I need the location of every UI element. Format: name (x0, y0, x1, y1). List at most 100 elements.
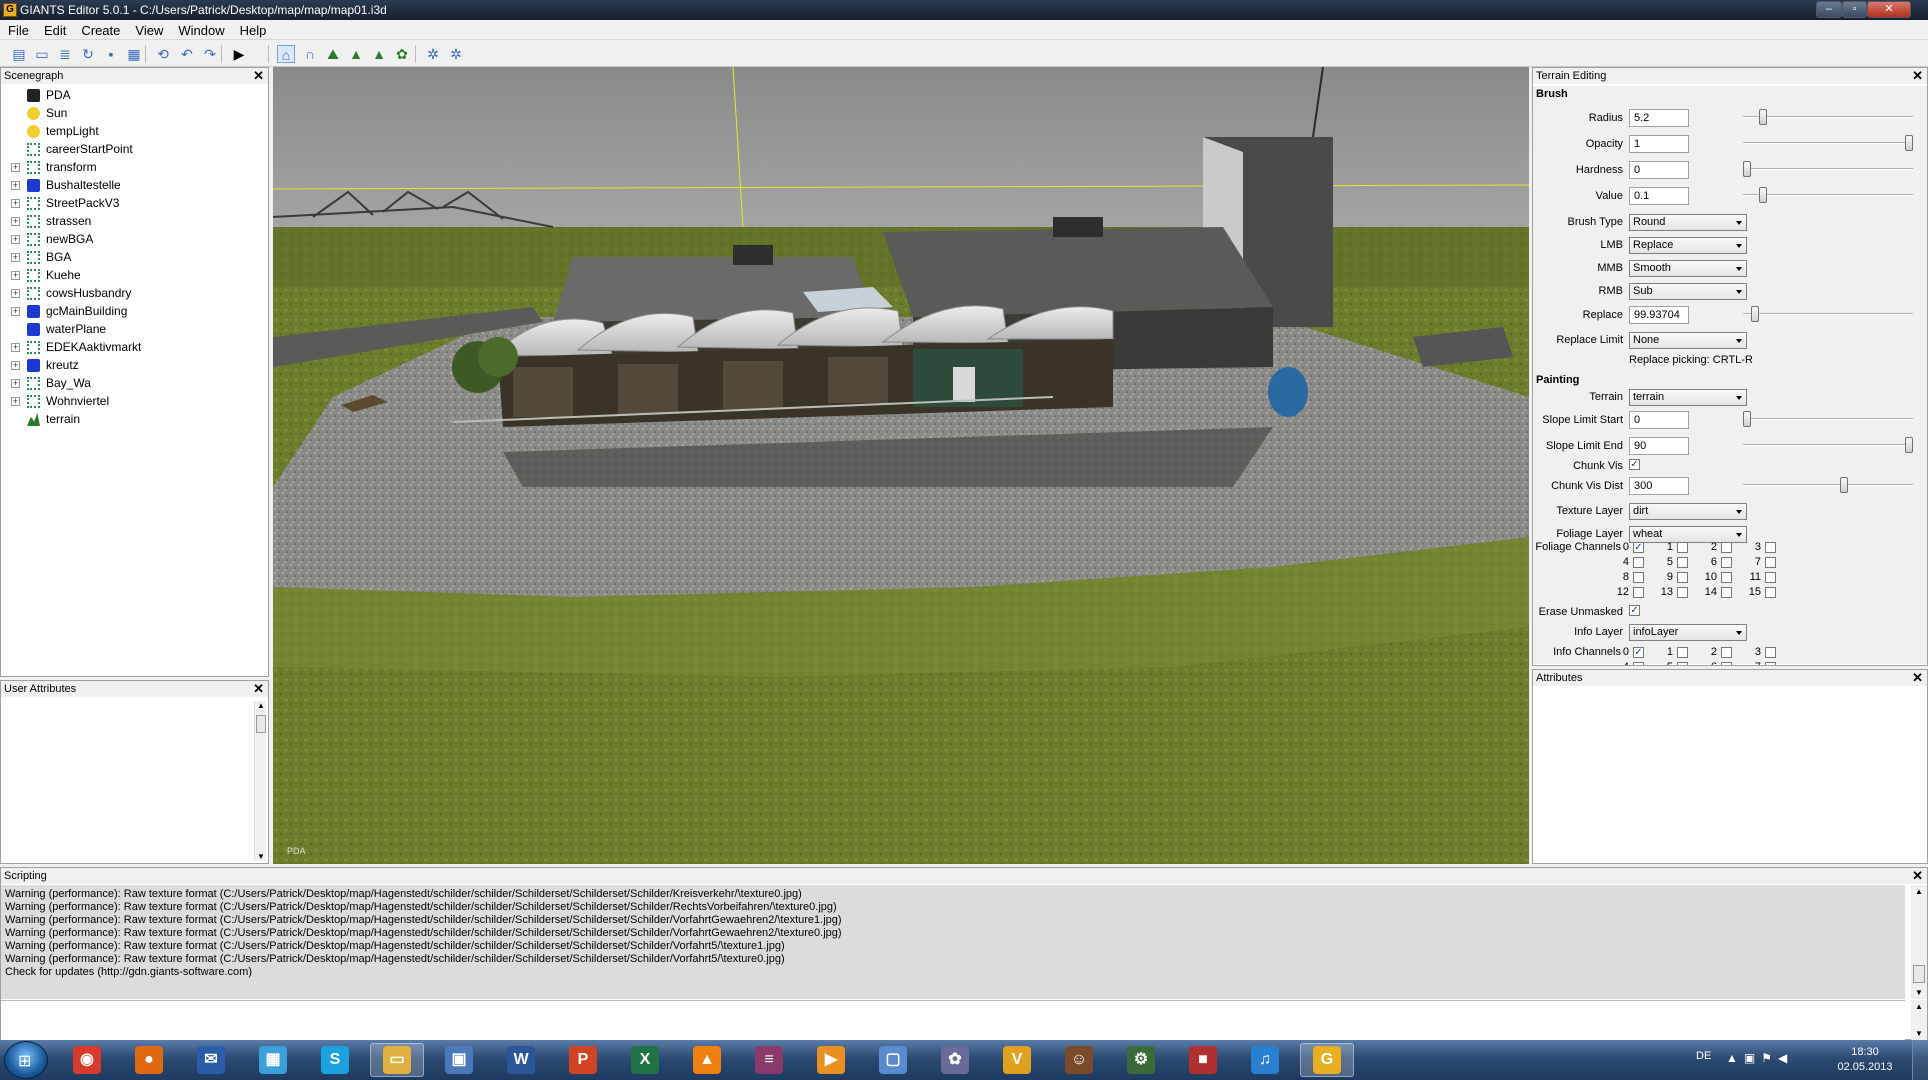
show-hidden-icon[interactable]: ▲ (1726, 1051, 1744, 1065)
tree-item[interactable]: terrain (1, 410, 266, 428)
taskbar-network-button[interactable]: ▣ (432, 1043, 486, 1077)
expand-icon[interactable]: + (11, 379, 20, 388)
expand-icon[interactable]: + (11, 199, 20, 208)
close-button[interactable]: ✕ (1867, 1, 1911, 18)
terrain-foliage-icon[interactable]: ▲ (370, 45, 388, 63)
foliage-channel-checkbox[interactable] (1677, 587, 1688, 598)
select-tool-icon[interactable]: ⌂ (277, 45, 295, 63)
slope-start-slider-track[interactable] (1743, 418, 1913, 420)
taskbar-player-button[interactable]: ▶ (804, 1043, 858, 1077)
play-icon[interactable]: ▶ (230, 45, 248, 63)
expand-icon[interactable]: + (11, 235, 20, 244)
tree-item[interactable]: waterPlane (1, 320, 266, 338)
slope-end-slider[interactable] (1905, 437, 1913, 453)
tree-item[interactable]: PDA (1, 86, 266, 104)
foliage-channel-checkbox[interactable] (1633, 587, 1644, 598)
scrollbar[interactable]: ▲ ▼ (254, 701, 266, 861)
script-input[interactable] (1, 1000, 1905, 1040)
taskbar-app-button[interactable]: ✿ (928, 1043, 982, 1077)
info-channel-checkbox[interactable] (1677, 662, 1688, 665)
brush-type-select[interactable]: Round (1629, 214, 1747, 231)
foliage-channel-checkbox[interactable] (1721, 557, 1732, 568)
chunk-vis-dist-input[interactable]: 300 (1629, 477, 1689, 495)
scroll-thumb[interactable] (1913, 965, 1925, 983)
radius-slider[interactable] (1759, 109, 1768, 125)
scroll-down-icon[interactable]: ▼ (1915, 988, 1923, 997)
tree-item[interactable]: + Kuehe (1, 266, 266, 284)
scroll-up-icon[interactable]: ▲ (257, 701, 265, 710)
volume-icon[interactable]: ◀ (1778, 1051, 1793, 1065)
chunk-vis-dist-slider[interactable] (1840, 477, 1849, 493)
tree-item[interactable]: + Bushaltestelle (1, 176, 266, 194)
slope-start-slider[interactable] (1743, 411, 1751, 427)
opacity-slider-track[interactable] (1743, 142, 1913, 144)
menu-help[interactable]: Help (232, 20, 274, 38)
expand-icon[interactable]: + (11, 307, 20, 316)
foliage-channel-checkbox[interactable] (1633, 572, 1644, 583)
taskbar-v-button[interactable]: V (990, 1043, 1044, 1077)
hardness-slider[interactable] (1743, 161, 1751, 177)
nav-icon[interactable]: ✲ (424, 45, 442, 63)
network-tray-icon[interactable]: ▣ (1744, 1051, 1761, 1065)
scroll-down-icon[interactable]: ▼ (1915, 1029, 1923, 1038)
scroll-thumb[interactable] (256, 715, 266, 733)
value-input[interactable]: 0.1 (1629, 187, 1689, 205)
taskbar-game-button[interactable]: ☺ (1052, 1043, 1106, 1077)
chunk-vis-dist-slider-track[interactable] (1743, 484, 1913, 486)
foliage-channel-checkbox[interactable] (1765, 557, 1776, 568)
taskbar-farming-button[interactable]: ■ (1176, 1043, 1230, 1077)
slope-start-input[interactable]: 0 (1629, 411, 1689, 429)
scroll-up-icon[interactable]: ▲ (1915, 887, 1923, 896)
expand-icon[interactable]: + (11, 397, 20, 406)
opacity-input[interactable]: 1 (1629, 135, 1689, 153)
value-slider[interactable] (1759, 187, 1768, 203)
foliage-channel-checkbox[interactable] (1765, 572, 1776, 583)
lmb-select[interactable]: Replace (1629, 237, 1747, 254)
tree-item[interactable]: + cowsHusbandry (1, 284, 266, 302)
expand-icon[interactable]: + (11, 289, 20, 298)
taskbar-vlc-button[interactable]: ▲ (680, 1043, 734, 1077)
taskbar-remote-button[interactable]: ▢ (866, 1043, 920, 1077)
close-icon[interactable]: ✕ (253, 68, 264, 84)
foliage-icon[interactable]: ✿ (393, 45, 411, 63)
tree-item[interactable]: + newBGA (1, 230, 266, 248)
reload-icon[interactable]: ↻ (79, 45, 97, 63)
close-icon[interactable]: ✕ (253, 681, 264, 697)
info-channel-checkbox[interactable] (1721, 647, 1732, 658)
tree-item[interactable]: + strassen (1, 212, 266, 230)
foliage-channel-checkbox[interactable] (1633, 557, 1644, 568)
info-channel-checkbox[interactable] (1765, 662, 1776, 665)
save-icon[interactable]: ▪ (102, 45, 120, 63)
chunk-vis-checkbox[interactable]: ✓ (1629, 459, 1640, 470)
menu-view[interactable]: View (127, 20, 170, 38)
open-icon[interactable]: ▭ (33, 45, 51, 63)
menu-create[interactable]: Create (73, 20, 127, 38)
hardness-slider-track[interactable] (1743, 168, 1913, 170)
value-slider-track[interactable] (1743, 194, 1913, 196)
history-icon[interactable]: ⟲ (154, 45, 172, 63)
tree-item[interactable]: + gcMainBuilding (1, 302, 266, 320)
close-icon[interactable]: ✕ (1912, 68, 1923, 84)
replace-slider-track[interactable] (1743, 313, 1913, 315)
foliage-channel-checkbox[interactable] (1765, 542, 1776, 553)
clock[interactable]: 18:30 02.05.2013 (1830, 1045, 1900, 1075)
taskbar-thunderbird-button[interactable]: ✉ (184, 1043, 238, 1077)
taskbar-giants-editor-button[interactable]: G (1300, 1043, 1354, 1077)
info-channel-checkbox[interactable] (1721, 662, 1732, 665)
menu-edit[interactable]: Edit (36, 20, 73, 38)
taskbar-word-button[interactable]: W (494, 1043, 548, 1077)
menu-window[interactable]: Window (170, 20, 231, 38)
info-layer-select[interactable]: infoLayer (1629, 624, 1747, 641)
opacity-slider[interactable] (1905, 135, 1913, 151)
language-indicator[interactable]: DE (1696, 1050, 1711, 1062)
start-button[interactable]: ⊞ (4, 1041, 48, 1079)
menu-file[interactable]: File (0, 20, 36, 38)
texture-layer-select[interactable]: dirt (1629, 503, 1747, 520)
taskbar-tractor-button[interactable]: ⚙ (1114, 1043, 1168, 1077)
info-channel-checkbox[interactable] (1677, 647, 1688, 658)
maximize-button[interactable]: ▫ (1842, 1, 1867, 18)
close-icon[interactable]: ✕ (1912, 670, 1923, 686)
foliage-channel-checkbox[interactable] (1677, 557, 1688, 568)
replace-slider[interactable] (1751, 306, 1760, 322)
tree-item[interactable]: + Bay_Wa (1, 374, 266, 392)
